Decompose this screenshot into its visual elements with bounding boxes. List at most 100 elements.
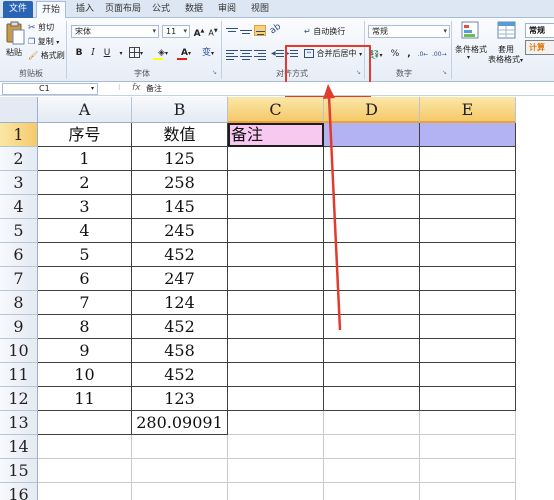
cell-d7[interactable] [324, 267, 420, 291]
tab-view[interactable]: 视图 [245, 1, 275, 18]
tab-review[interactable]: 审阅 [212, 1, 242, 18]
cell-d15[interactable] [324, 459, 420, 483]
cell-a3[interactable]: 2 [38, 171, 132, 195]
cell-c3[interactable] [228, 171, 324, 195]
align-middle-button[interactable] [240, 26, 252, 37]
cut-button[interactable]: ✂ 剪切 [28, 22, 54, 33]
cell-d10[interactable] [324, 339, 420, 363]
tab-formulas[interactable]: 公式 [146, 1, 176, 18]
increase-decimal-button[interactable]: .0← [416, 48, 430, 61]
comma-style-button[interactable]: , [402, 48, 416, 61]
cell-c1[interactable]: 备注 [228, 123, 324, 147]
copy-button[interactable]: ❐ 复制 ▾ [28, 36, 59, 47]
row-header[interactable]: 15 [0, 459, 38, 483]
row-header[interactable]: 5 [0, 219, 38, 243]
row-header[interactable]: 13 [0, 411, 38, 435]
cell-b2[interactable]: 125 [132, 147, 228, 171]
cell-d1[interactable] [324, 123, 420, 147]
paste-button[interactable]: 粘贴 [4, 21, 26, 61]
wrap-text-button[interactable]: ↵ 自动换行 [304, 26, 345, 37]
font-size-select[interactable]: 11 ▾ [162, 25, 190, 38]
row-header[interactable]: 6 [0, 243, 38, 267]
phonetic-button[interactable]: 变▾ [198, 47, 218, 60]
fill-color-button[interactable]: ◈▾ [152, 47, 174, 60]
cell-e8[interactable] [420, 291, 516, 315]
dialog-launcher-icon[interactable]: ↘ [442, 69, 447, 76]
dialog-launcher-icon[interactable]: ↘ [212, 69, 217, 76]
cell-c13[interactable] [228, 411, 324, 435]
cell-c9[interactable] [228, 315, 324, 339]
number-format-select[interactable]: 常规 ▾ [368, 25, 450, 38]
row-header[interactable]: 1 [0, 123, 38, 147]
cell-b14[interactable] [132, 435, 228, 459]
tab-insert[interactable]: 插入 [70, 1, 100, 18]
cell-style-calculation[interactable]: 计算 [525, 40, 554, 55]
cell-d12[interactable] [324, 387, 420, 411]
cell-a1[interactable]: 序号 [38, 123, 132, 147]
row-header[interactable]: 9 [0, 315, 38, 339]
cell-a12[interactable]: 11 [38, 387, 132, 411]
percent-button[interactable]: % [388, 48, 402, 61]
cell-d6[interactable] [324, 243, 420, 267]
cell-e12[interactable] [420, 387, 516, 411]
row-header[interactable]: 11 [0, 363, 38, 387]
cell-c6[interactable] [228, 243, 324, 267]
cell-e16[interactable] [420, 483, 516, 500]
format-as-table-button[interactable]: 套用 表格格式▾ [488, 21, 523, 67]
cell-d13[interactable] [324, 411, 420, 435]
cell-b7[interactable]: 247 [132, 267, 228, 291]
cell-b4[interactable]: 145 [132, 195, 228, 219]
cell-c16[interactable] [228, 483, 324, 500]
cell-b10[interactable]: 458 [132, 339, 228, 363]
cell-e2[interactable] [420, 147, 516, 171]
cell-a15[interactable] [38, 459, 132, 483]
cell-b12[interactable]: 123 [132, 387, 228, 411]
cell-a10[interactable]: 9 [38, 339, 132, 363]
cell-a2[interactable]: 1 [38, 147, 132, 171]
conditional-format-button[interactable]: 条件格式 ▾ [455, 21, 487, 67]
align-bottom-button[interactable] [254, 25, 266, 36]
column-header-c[interactable]: C [228, 97, 324, 123]
row-header[interactable]: 14 [0, 435, 38, 459]
column-header-a[interactable]: A [38, 97, 132, 123]
tab-file[interactable]: 文件 [3, 1, 33, 18]
font-color-button[interactable]: A▾ [175, 47, 197, 60]
cell-e7[interactable] [420, 267, 516, 291]
cell-a8[interactable]: 7 [38, 291, 132, 315]
row-header[interactable]: 4 [0, 195, 38, 219]
cell-e3[interactable] [420, 171, 516, 195]
align-top-button[interactable] [226, 26, 238, 37]
orientation-button[interactable]: ab [268, 22, 283, 37]
cell-b1[interactable]: 数值 [132, 123, 228, 147]
underline-button[interactable]: U [100, 47, 114, 60]
row-header[interactable]: 3 [0, 171, 38, 195]
cell-d14[interactable] [324, 435, 420, 459]
align-left-button[interactable] [226, 49, 238, 60]
bold-button[interactable]: B [72, 47, 86, 60]
borders-button[interactable]: ▾ [126, 47, 146, 60]
cell-a13[interactable] [38, 411, 132, 435]
insert-function-button[interactable]: fx [132, 83, 141, 93]
cell-d11[interactable] [324, 363, 420, 387]
column-header-e[interactable]: E [420, 97, 516, 123]
cell-e13[interactable] [420, 411, 516, 435]
cell-c15[interactable] [228, 459, 324, 483]
cell-d4[interactable] [324, 195, 420, 219]
cell-d3[interactable] [324, 171, 420, 195]
cell-b13[interactable]: 280.09091 [132, 411, 228, 435]
row-header[interactable]: 16 [0, 483, 38, 500]
cell-style-normal[interactable]: 常规 [525, 23, 554, 38]
format-painter-button[interactable]: 🖌 格式刷 [28, 50, 65, 61]
currency-button[interactable]: 💱▾ [368, 48, 384, 61]
cell-c10[interactable] [228, 339, 324, 363]
cell-c11[interactable] [228, 363, 324, 387]
cell-c2[interactable] [228, 147, 324, 171]
cell-b6[interactable]: 452 [132, 243, 228, 267]
cell-d5[interactable] [324, 219, 420, 243]
cell-a9[interactable]: 8 [38, 315, 132, 339]
formula-input[interactable]: 备注 [146, 83, 552, 95]
cell-d2[interactable] [324, 147, 420, 171]
name-box[interactable]: C1 ▾ [2, 83, 98, 95]
cell-c14[interactable] [228, 435, 324, 459]
shrink-font-button[interactable]: A▼ [206, 25, 220, 38]
